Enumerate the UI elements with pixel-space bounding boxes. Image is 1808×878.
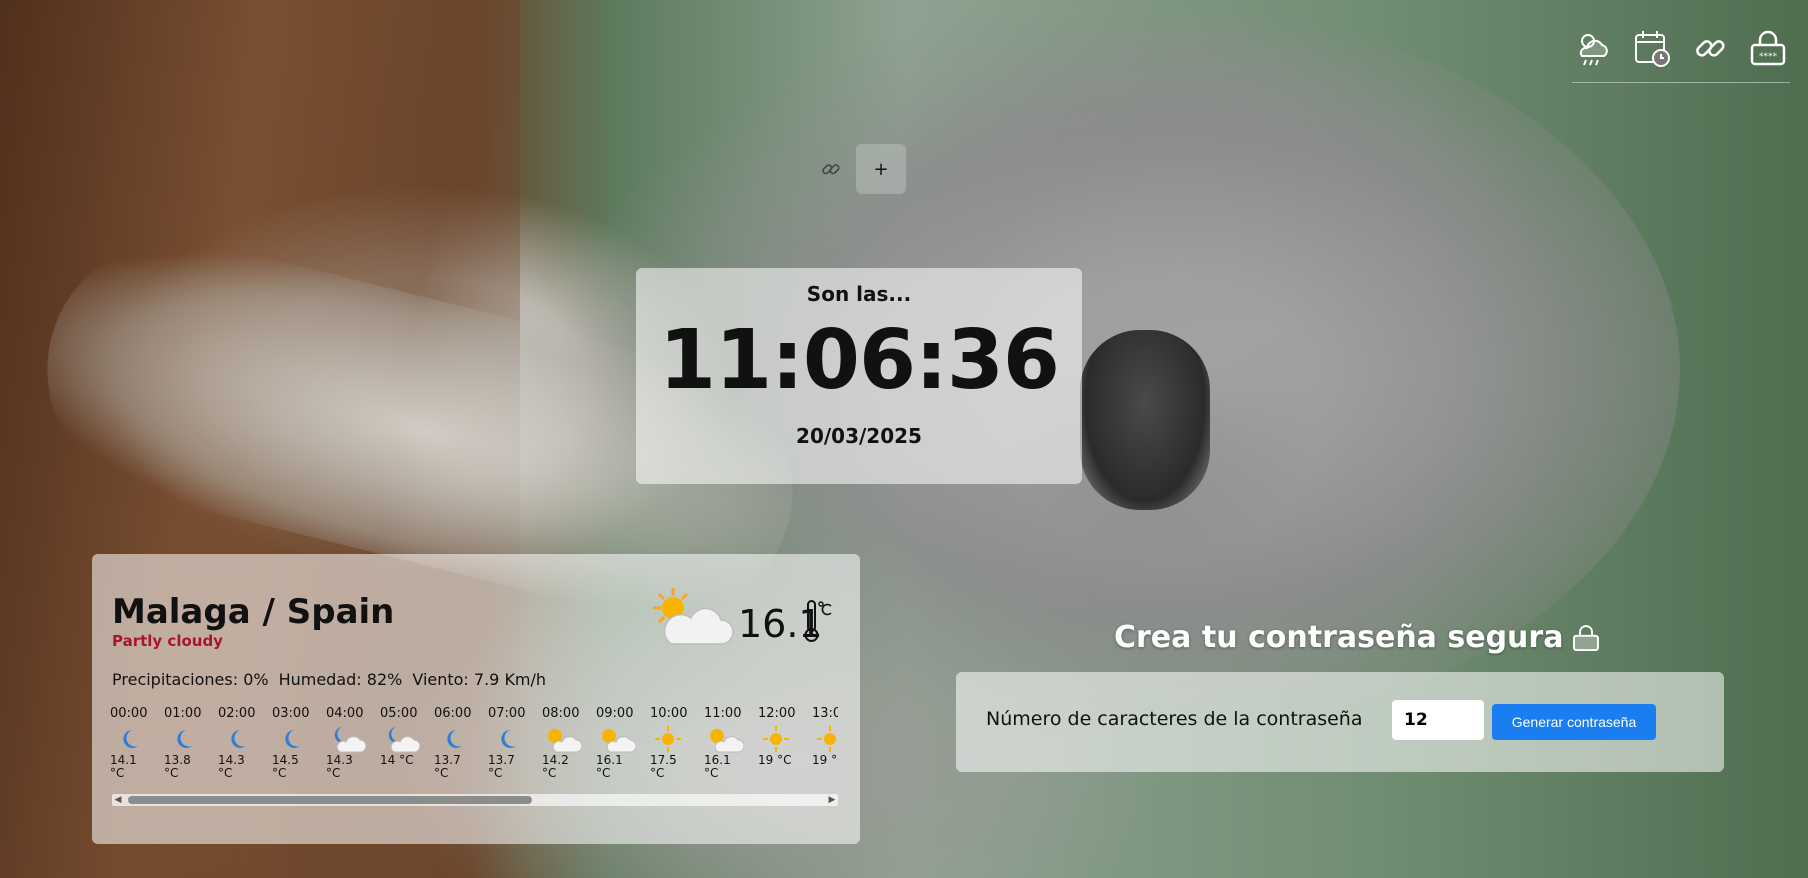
clock-label: Son las... bbox=[806, 282, 912, 306]
hourly-temp: 14.5 °C bbox=[272, 753, 299, 780]
hourly-temp: 13.7 °C bbox=[488, 753, 515, 780]
moon-icon bbox=[110, 724, 150, 754]
hourly-time: 00:00 bbox=[110, 706, 148, 721]
hourly-forecast[interactable]: 00:00 14.1 °C 01:00 13.8 °C 02:00 14.3 °C 03:0… bbox=[110, 706, 838, 792]
hourly-item: 03:00 14.5 °C bbox=[272, 706, 326, 792]
hourly-item: 13:00 19 °C bbox=[812, 706, 838, 792]
hourly-temp: 14.3 °C bbox=[326, 753, 353, 780]
hourly-time: 03:00 bbox=[272, 706, 310, 721]
top-nav: **** bbox=[1572, 26, 1790, 83]
sun-cloud-icon bbox=[704, 724, 745, 754]
hourly-item: 09:00 16.1 °C bbox=[596, 706, 650, 792]
scroll-thumb[interactable] bbox=[128, 796, 532, 804]
hourly-time: 12:00 bbox=[758, 706, 796, 721]
hourly-time: 13:00 bbox=[812, 706, 838, 721]
background-koala-nose bbox=[1080, 330, 1210, 510]
add-link-button[interactable]: + bbox=[856, 144, 906, 194]
links-bar: + bbox=[816, 144, 906, 194]
thermometer-celsius-icon bbox=[804, 600, 832, 642]
hourly-temp: 14.2 °C bbox=[542, 753, 569, 780]
hourly-temp: 13.7 °C bbox=[434, 753, 461, 780]
link-icon bbox=[1696, 40, 1725, 57]
hourly-time: 11:00 bbox=[704, 706, 742, 721]
clock-date: 20/03/2025 bbox=[796, 424, 922, 448]
moon-icon bbox=[218, 724, 258, 754]
hourly-temp: 14.1 °C bbox=[110, 753, 137, 780]
password-title-text: Crea tu contraseña segura bbox=[1114, 620, 1564, 655]
hourly-temp: 16.1 °C bbox=[596, 753, 623, 780]
sun-icon bbox=[812, 724, 838, 754]
hourly-time: 06:00 bbox=[434, 706, 472, 721]
weather-card: Malaga / Spain Partly cloudy 16.1 Precip… bbox=[92, 554, 860, 844]
hourly-temp: 19 °C bbox=[812, 753, 838, 767]
weather-icon bbox=[1579, 34, 1608, 66]
password-lock-icon: **** bbox=[1750, 30, 1786, 66]
hourly-scrollbar[interactable]: ◀ ▶ bbox=[112, 794, 838, 806]
hourly-temp: 16.1 °C bbox=[704, 753, 731, 780]
nav-password-button[interactable]: **** bbox=[1746, 26, 1790, 70]
sun-cloud-icon bbox=[596, 724, 637, 754]
scroll-left-arrow-icon[interactable]: ◀ bbox=[112, 794, 124, 806]
hourly-time: 01:00 bbox=[164, 706, 202, 721]
hourly-item: 02:00 14.3 °C bbox=[218, 706, 272, 792]
weather-humidity: Humedad: 82% bbox=[278, 670, 403, 689]
hourly-temp: 13.8 °C bbox=[164, 753, 191, 780]
nav-links-button[interactable] bbox=[1688, 26, 1732, 70]
moon-icon bbox=[434, 724, 474, 754]
saved-link[interactable] bbox=[816, 154, 846, 184]
hourly-item: 01:00 13.8 °C bbox=[164, 706, 218, 792]
hourly-item: 04:00 14.3 °C bbox=[326, 706, 380, 792]
weather-stats: Precipitaciones: 0% Humedad: 82% Viento:… bbox=[112, 670, 546, 689]
weather-wind: Viento: 7.9 Km/h bbox=[412, 670, 547, 689]
hourly-time: 04:00 bbox=[326, 706, 364, 721]
sun-cloud-icon bbox=[542, 724, 583, 754]
hourly-time: 02:00 bbox=[218, 706, 256, 721]
moon-cloud-icon bbox=[380, 724, 421, 754]
svg-text:****: **** bbox=[1759, 52, 1778, 62]
hourly-temp: 14.3 °C bbox=[218, 753, 245, 780]
hourly-item: 08:00 14.2 °C bbox=[542, 706, 596, 792]
scroll-right-arrow-icon[interactable]: ▶ bbox=[826, 794, 838, 806]
hourly-item: 11:00 16.1 °C bbox=[704, 706, 758, 792]
weather-city: Malaga / Spain bbox=[112, 592, 395, 632]
weather-condition: Partly cloudy bbox=[112, 632, 223, 650]
hourly-time: 08:00 bbox=[542, 706, 580, 721]
nav-weather-button[interactable] bbox=[1572, 26, 1616, 70]
hourly-temp: 17.5 °C bbox=[650, 753, 677, 780]
password-lock-icon bbox=[1573, 624, 1600, 651]
hourly-time: 10:00 bbox=[650, 706, 688, 721]
hourly-item: 12:00 19 °C bbox=[758, 706, 812, 792]
hourly-item: 00:00 14.1 °C bbox=[110, 706, 164, 792]
moon-cloud-icon bbox=[326, 724, 367, 754]
clock-time: 11:06:36 bbox=[659, 313, 1060, 408]
moon-icon bbox=[164, 724, 204, 754]
nav-calendar-button[interactable] bbox=[1630, 26, 1674, 70]
clock-card: Son las... 11:06:36 20/03/2025 bbox=[636, 268, 1082, 484]
generate-password-button[interactable]: Generar contraseña bbox=[1492, 704, 1656, 740]
hourly-item: 10:00 17.5 °C bbox=[650, 706, 704, 792]
hourly-item: 06:00 13.7 °C bbox=[434, 706, 488, 792]
password-length-input[interactable] bbox=[1392, 700, 1484, 740]
weather-precipitation: Precipitaciones: 0% bbox=[112, 670, 269, 689]
hourly-temp: 19 °C bbox=[758, 753, 792, 767]
password-length-label: Número de caracteres de la contraseña bbox=[986, 708, 1363, 730]
hourly-item: 07:00 13.7 °C bbox=[488, 706, 542, 792]
calendar-clock-icon bbox=[1635, 31, 1670, 67]
sun-cloud-icon bbox=[653, 588, 734, 645]
sun-icon bbox=[758, 724, 798, 754]
link-icon bbox=[822, 164, 840, 175]
password-section-title: Crea tu contraseña segura bbox=[1114, 620, 1601, 655]
hourly-time: 07:00 bbox=[488, 706, 526, 721]
password-card: Número de caracteres de la contraseña Ge… bbox=[956, 672, 1724, 772]
hourly-time: 05:00 bbox=[380, 706, 418, 721]
hourly-time: 09:00 bbox=[596, 706, 634, 721]
sun-icon bbox=[650, 724, 690, 754]
moon-icon bbox=[272, 724, 312, 754]
hourly-item: 05:00 14 °C bbox=[380, 706, 434, 792]
moon-icon bbox=[488, 724, 528, 754]
hourly-temp: 14 °C bbox=[380, 753, 414, 767]
